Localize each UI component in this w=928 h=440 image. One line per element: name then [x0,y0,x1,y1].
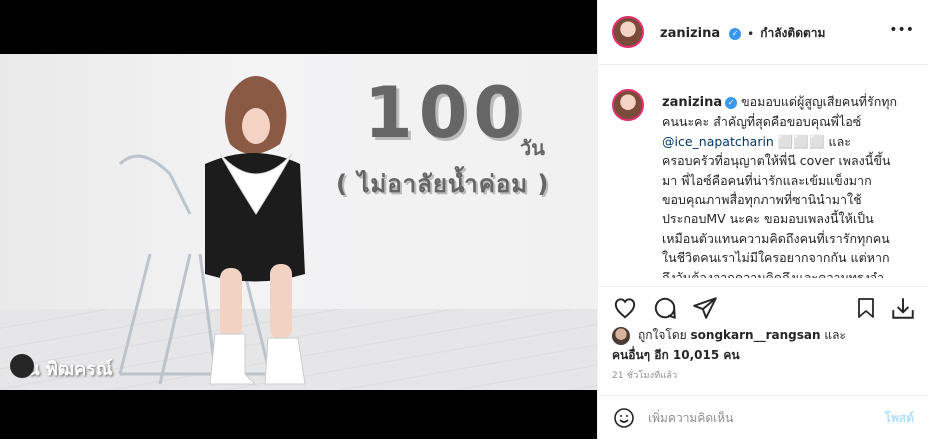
woman-on-chair-illustration [118,76,306,385]
comment-bar: เพิ่มความคิดเห็น โพสต์ [598,395,928,440]
header-separator: • [747,26,755,41]
post-header: zanizina ✓ • กำลังติดตาม ••• [598,0,928,65]
post-time-ago[interactable]: 21 ชั่วโมงที่แล้ว [612,368,677,382]
liker-avatar[interactable] [612,327,630,345]
avatar[interactable] [612,16,644,48]
caption-section: zanizina ✓ ขอมอบแด่ผู้สูญเสียคนที่รักทุกค… [612,82,917,278]
download-icon[interactable] [890,295,916,321]
caption-text: zanizina ✓ ขอมอบแด่ผู้สูญเสียคนที่รักทุกค… [662,92,902,278]
comment-icon[interactable] [652,295,678,321]
more-horizontal-icon[interactable]: ••• [889,22,914,38]
bookmark-icon[interactable] [854,295,878,321]
header-username[interactable]: zanizina [660,26,720,41]
caption-text-2: ⬜⬜⬜ และครอบครัวที่อนุญาตให้พี่นี cover เ… [662,133,891,278]
post-actions [598,286,928,331]
share-icon[interactable] [692,295,718,321]
post-sidebar: zanizina ✓ • กำลังติดตาม ••• zanizina ✓ ข… [597,0,928,439]
caption-mention-link[interactable]: @ice_napatcharin [662,134,774,149]
verified-badge-icon: ✓ [729,27,742,40]
user-tag-icon[interactable] [10,354,34,378]
likes-others-link[interactable]: คนอื่นๆ อีก 10,015 คน [612,346,740,365]
post-comment-button[interactable]: โพสต์ [885,409,914,428]
post-media[interactable]: 100 วัน ( ไม่อาลัยน้ำค่อม ) ปัน พิฒครณ์ [0,0,597,439]
verified-badge-icon: ✓ [725,96,738,109]
heart-icon[interactable] [612,295,638,321]
emoji-icon[interactable] [612,406,636,430]
liker-username[interactable]: songkarn__rangsan [691,328,821,342]
likes-conj: และ [824,328,846,342]
caption-avatar[interactable] [612,89,644,121]
post-image: 100 วัน ( ไม่อาลัยน้ำค่อม ) ปัน พิฒครณ์ [0,54,597,390]
caption-username[interactable]: zanizina [662,95,722,110]
comment-input[interactable]: เพิ่มความคิดเห็น [648,409,733,428]
follow-status-button[interactable]: กำลังติดตาม [760,24,825,43]
likes-prefix: ถูกใจโดย [638,328,687,342]
